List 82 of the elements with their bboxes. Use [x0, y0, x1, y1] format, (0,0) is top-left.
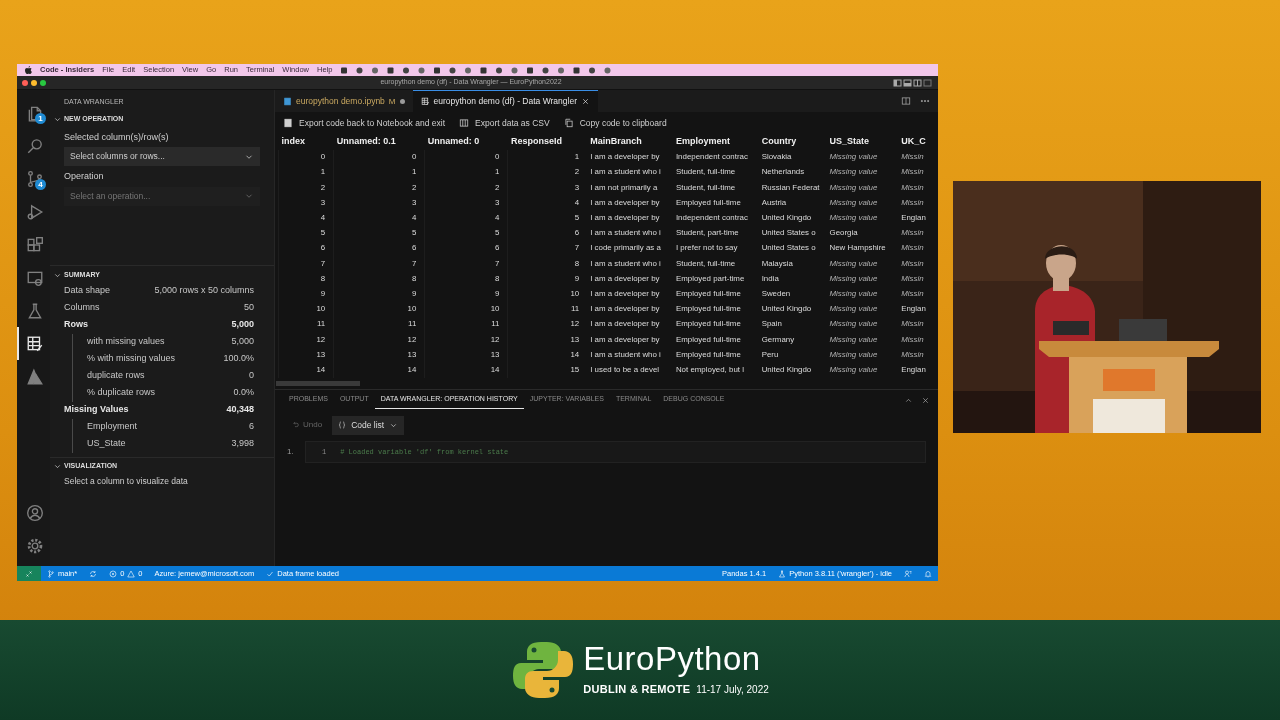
stat-value: 5,000 rows x 50 columns — [154, 284, 254, 298]
flask-icon — [778, 569, 787, 578]
stat-label: Employment — [87, 420, 138, 434]
search-icon[interactable] — [25, 136, 44, 155]
column-header[interactable]: MainBranch — [587, 134, 673, 150]
stat-value: 5,000 — [231, 318, 254, 332]
source-control-icon[interactable] — [25, 169, 44, 188]
apple-logo-icon[interactable] — [25, 66, 32, 74]
check-icon — [266, 569, 275, 578]
table-icon — [420, 97, 430, 106]
editor-tab[interactable]: europython demo.ipynb M — [275, 90, 413, 112]
notebook-icon — [283, 97, 292, 106]
column-header[interactable]: Unnamed: 0 — [424, 134, 508, 150]
feedback-icon — [904, 569, 912, 578]
notebook-icon — [283, 118, 293, 128]
editor-tab[interactable]: europython demo (df) - Data Wrangler — [412, 90, 598, 112]
stat-label: % duplicate rows — [87, 386, 156, 400]
event-title: EuroPython — [583, 642, 762, 676]
modified-label: M — [388, 95, 396, 108]
toolbar-button[interactable]: Export code back to Notebook and exit — [283, 116, 445, 130]
braces-icon — [338, 421, 347, 430]
tab-label: europython demo.ipynb — [296, 95, 385, 108]
stat-label: Missing Values — [64, 403, 129, 417]
stat-label: duplicate rows — [87, 369, 145, 383]
event-location: DUBLIN & REMOTE — [583, 682, 691, 698]
triangle-logo-icon[interactable] — [25, 367, 44, 386]
table-icon[interactable] — [25, 334, 44, 353]
layout-controls-drawing[interactable] — [893, 78, 933, 87]
field-label: Selected column(s)/row(s) — [63, 130, 170, 144]
hint-text: Select a column to visualize data — [63, 474, 189, 488]
bell-icon — [924, 569, 932, 578]
toolbar-button[interactable]: Export data as CSV — [459, 116, 550, 130]
stat-label: Data shape — [64, 284, 111, 298]
menu-extras-drawing[interactable] — [340, 65, 613, 75]
extensions-icon[interactable] — [25, 235, 44, 254]
event-dates: 11-17 July, 2022 — [696, 683, 769, 698]
column-header[interactable]: Country — [758, 134, 827, 150]
notification-badge: 1 — [35, 113, 46, 124]
column-header[interactable]: index — [278, 134, 334, 150]
dropdown-field[interactable]: Select columns or rows... — [64, 147, 260, 166]
stat-label: with missing values — [87, 335, 165, 349]
stat-value: 5,000 — [231, 335, 254, 349]
column-header[interactable]: Unnamed: 0.1 — [333, 134, 425, 150]
stat-value: 0.0% — [233, 386, 254, 400]
warning-icon — [127, 569, 136, 578]
entry-number: 1. — [287, 445, 295, 458]
close-window-button[interactable] — [22, 79, 28, 86]
notification-badge: 4 — [35, 179, 46, 190]
column-header[interactable]: US_State — [826, 134, 899, 150]
toolbar-button[interactable]: Copy code to clipboard — [563, 116, 667, 130]
remote-icon — [25, 569, 33, 578]
view-dropdown[interactable]: Code list — [332, 416, 405, 435]
account-icon[interactable] — [25, 503, 44, 522]
zoom-button[interactable] — [40, 79, 46, 86]
stat-label: Columns — [64, 301, 100, 315]
close-icon[interactable] — [581, 97, 590, 106]
stat-value: 0 — [249, 369, 254, 383]
close-icon[interactable] — [921, 395, 930, 405]
settings-icon[interactable] — [25, 536, 44, 555]
minimize-button[interactable] — [31, 79, 37, 86]
undo-icon — [291, 420, 300, 430]
copy-icon — [563, 118, 574, 128]
play-icon[interactable] — [25, 202, 44, 221]
tab-label: europython demo (df) - Data Wrangler — [433, 95, 577, 108]
stat-value: 100.0% — [223, 352, 254, 366]
column-header[interactable]: Employment — [672, 134, 759, 150]
columns-icon — [459, 118, 469, 128]
branch-icon — [47, 569, 55, 578]
scrollbar-thumb[interactable] — [276, 381, 360, 386]
error-icon — [109, 569, 118, 578]
stat-value: 50 — [244, 301, 254, 315]
stat-label: US_State — [87, 437, 126, 451]
column-header[interactable]: ResponseId — [507, 134, 588, 150]
stat-value: 6 — [249, 420, 254, 434]
split-editor-icon[interactable] — [901, 96, 911, 106]
stat-label: Rows — [64, 318, 88, 332]
stat-value: 40,348 — [226, 403, 254, 417]
stat-label: % with missing values — [87, 352, 176, 366]
sync-icon — [89, 569, 98, 578]
stat-value: 3,998 — [231, 437, 254, 451]
column-header[interactable]: UK_C — [898, 134, 938, 150]
field-label: Operation — [63, 170, 105, 183]
